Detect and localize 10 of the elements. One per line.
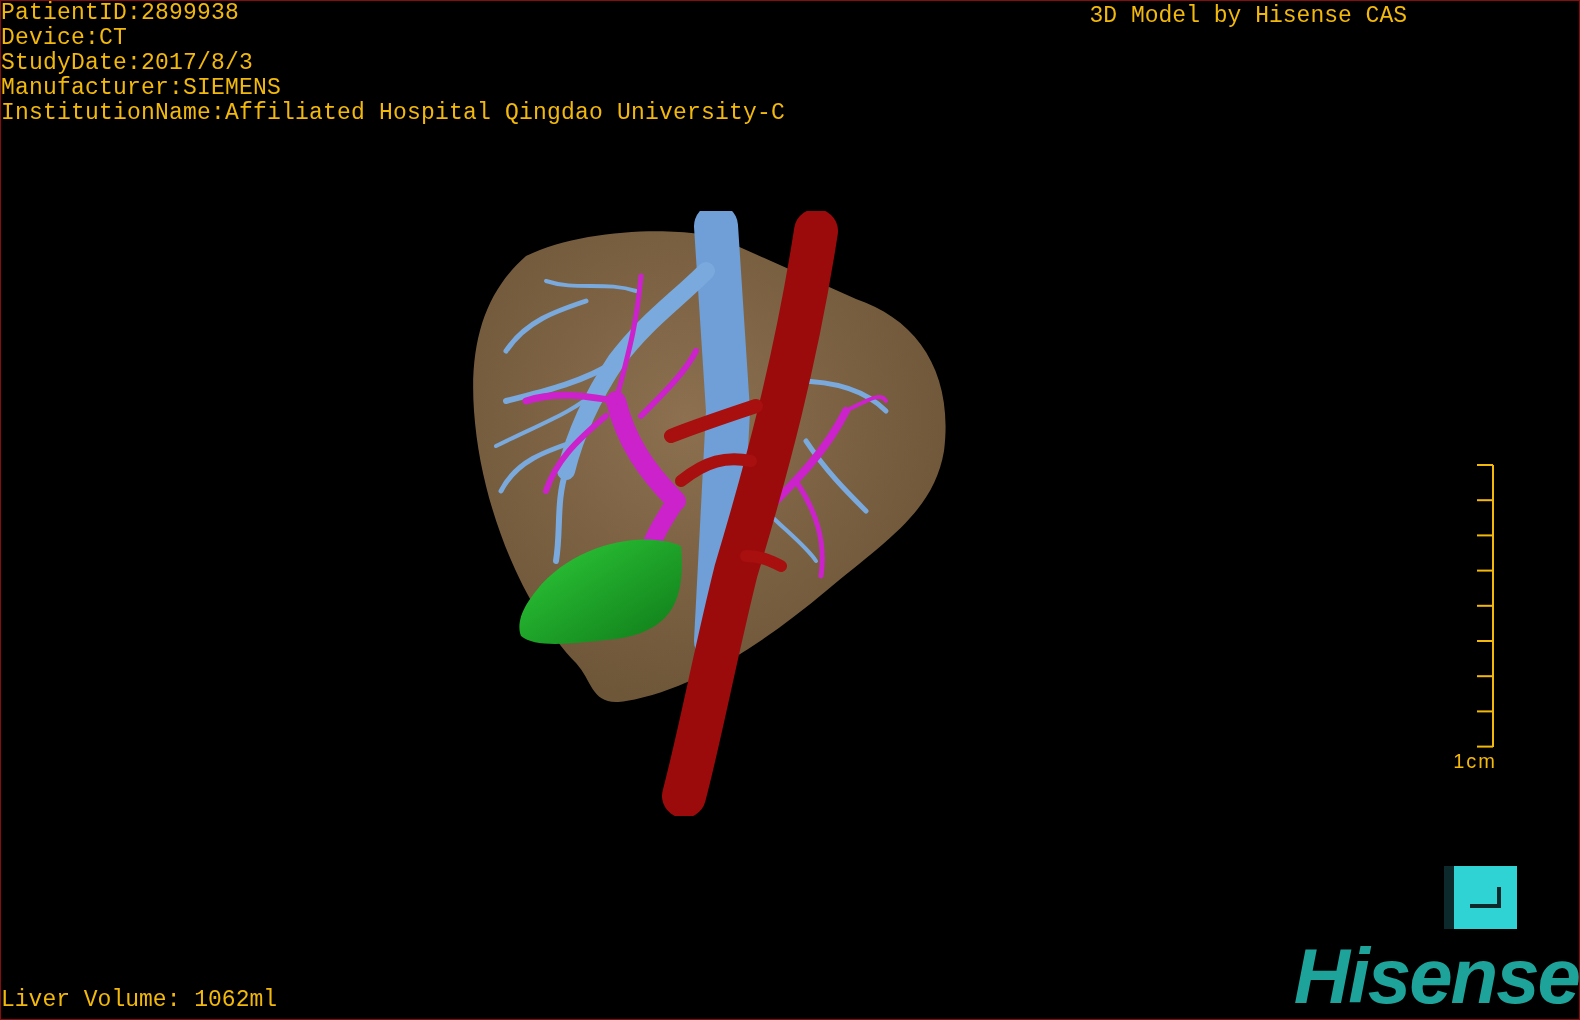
corner-icon: [1469, 886, 1502, 909]
patient-info-line: StudyDate:2017/8/3: [1, 51, 255, 76]
scale-label: 1cm: [1453, 750, 1497, 772]
patient-info-line: InstitutionName:Affiliated Hospital Qingdao University-C: [1, 101, 786, 126]
liver-volume: Liver Volume: 1062ml: [1, 988, 278, 1013]
brand-logo: Hisense: [1293, 941, 1579, 1011]
patient-info-line: PatientID:2899938: [1, 1, 241, 26]
model-title: 3D Model by Hisense CAS: [1089, 4, 1407, 29]
patient-info-line: Manufacturer:SIEMENS: [1, 76, 283, 101]
patient-info-line: Device:CT: [1, 26, 129, 51]
